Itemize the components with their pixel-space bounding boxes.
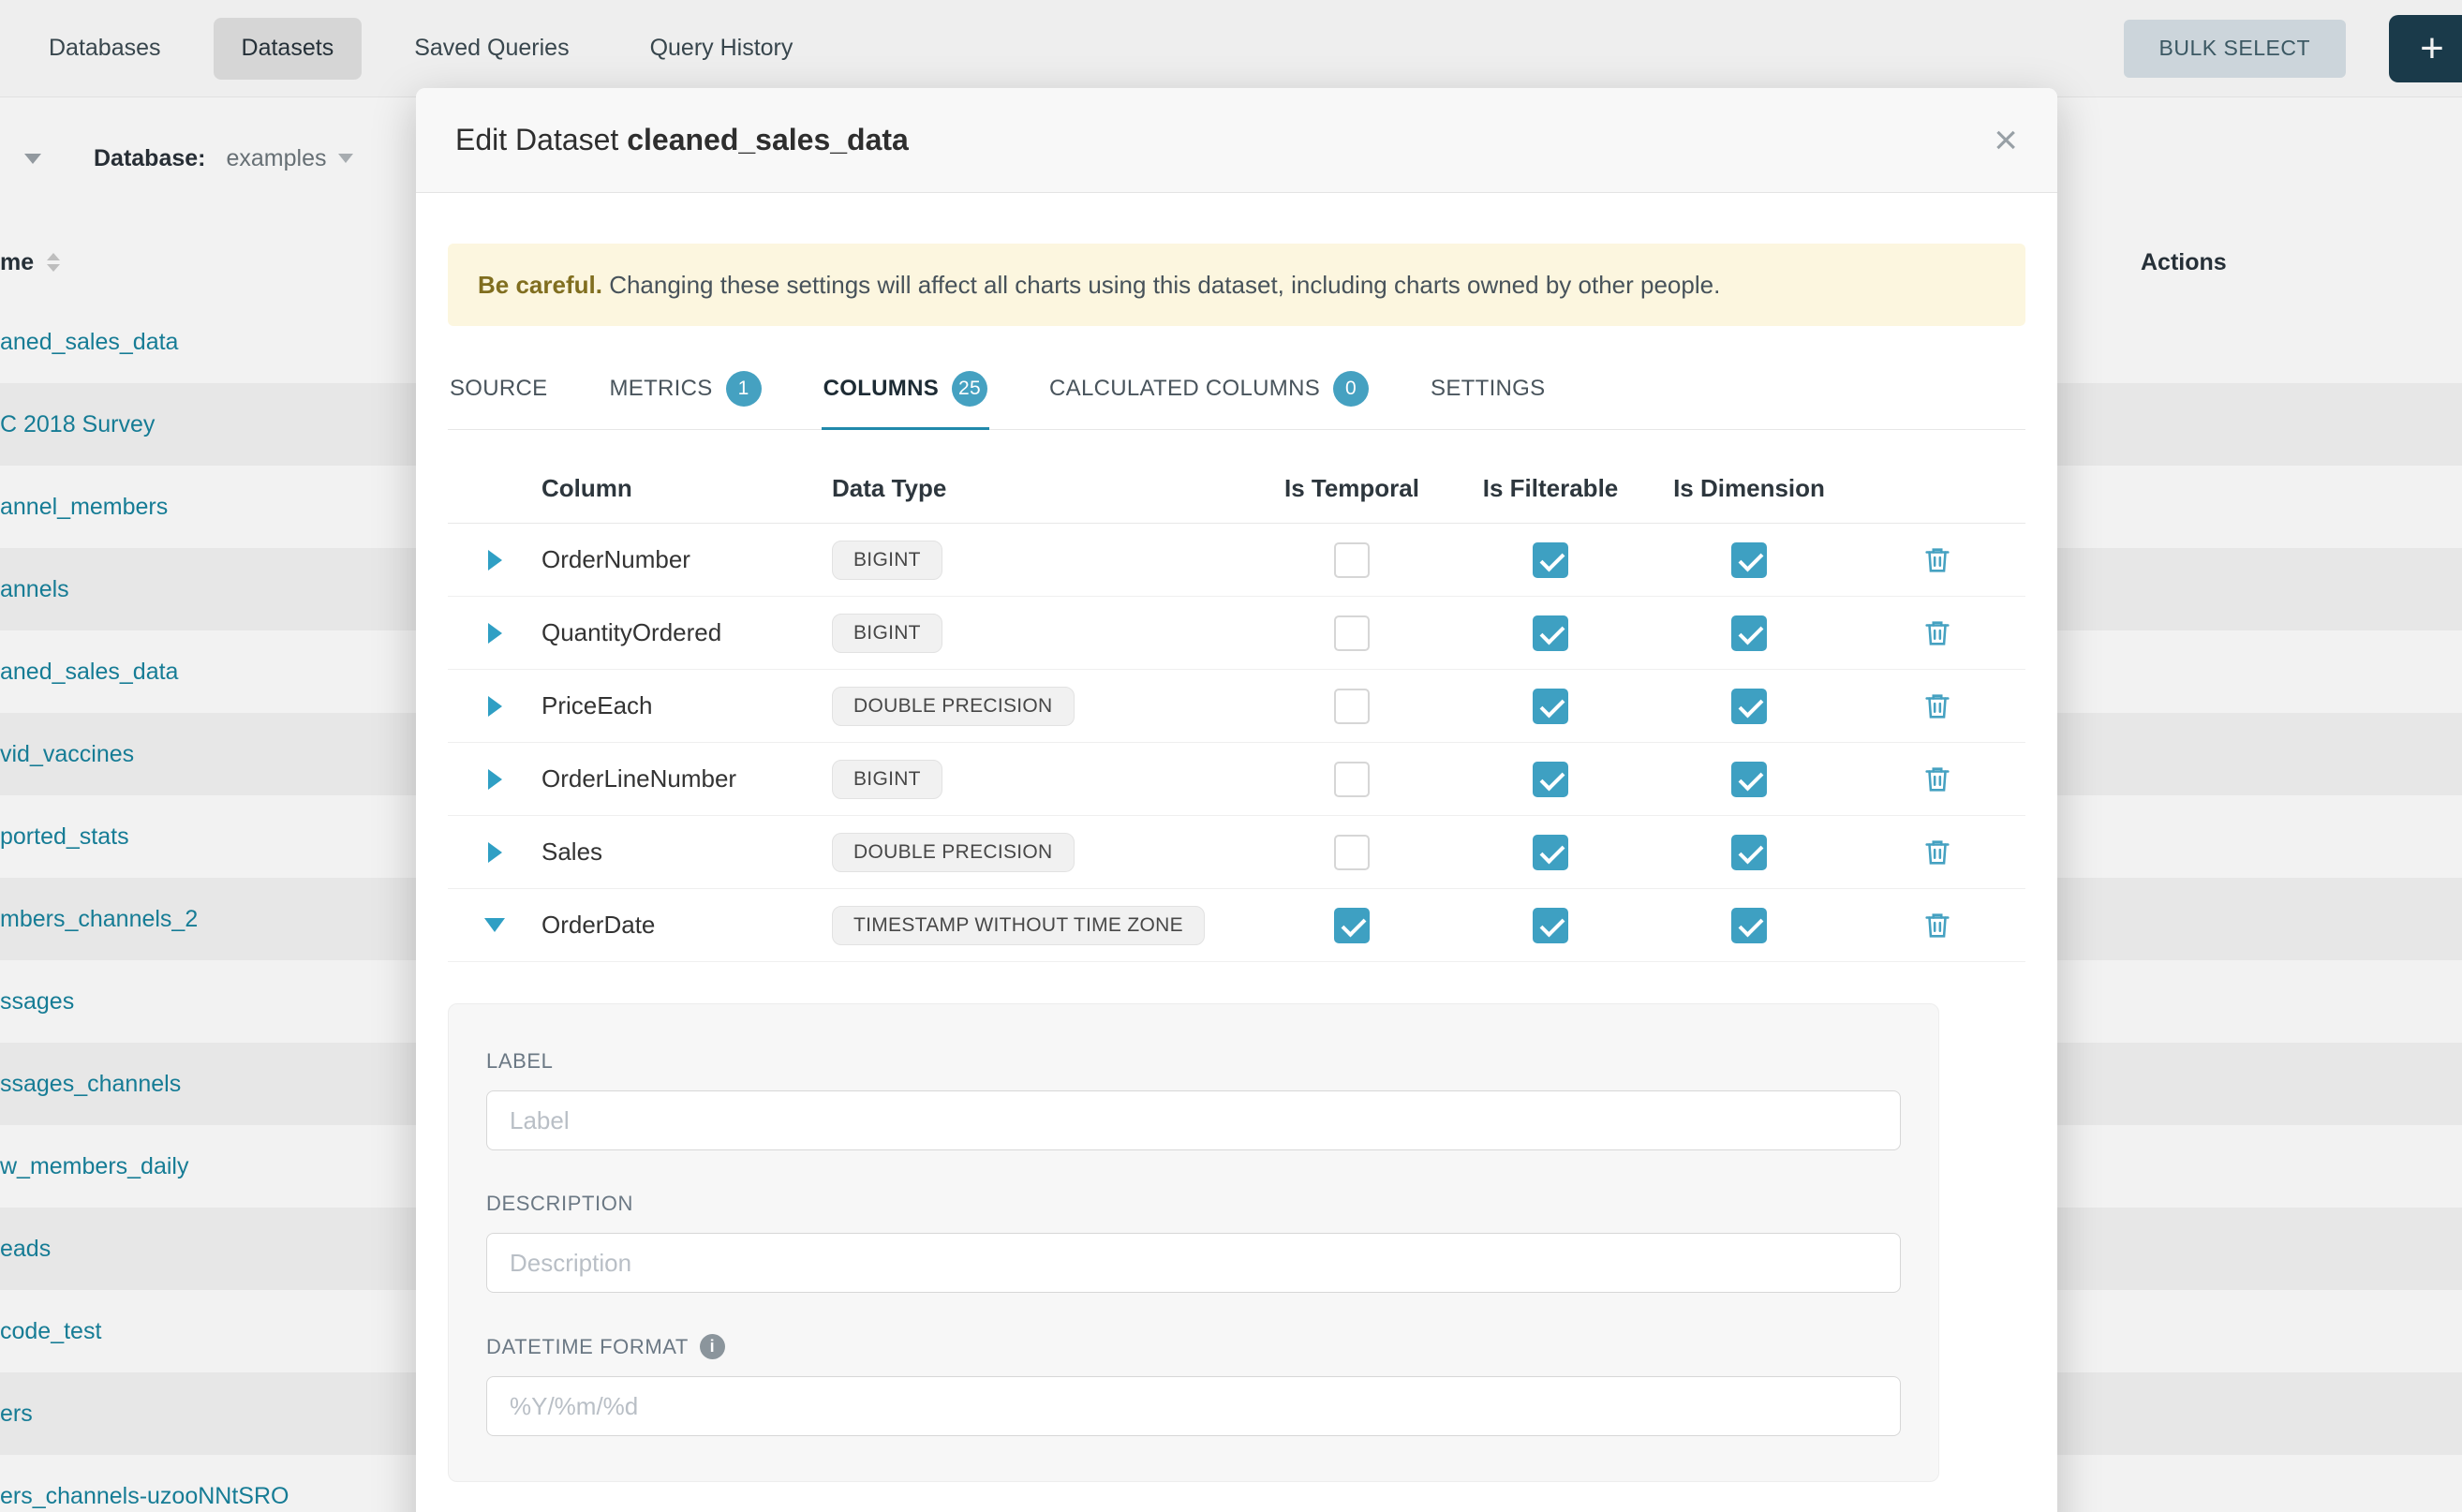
label-input[interactable] xyxy=(486,1090,1901,1150)
tab-calculated-columns[interactable]: CALCULATED COLUMNS 0 xyxy=(1047,358,1371,430)
calculated-columns-count-badge: 0 xyxy=(1333,371,1369,407)
datetime-format-input[interactable] xyxy=(486,1376,1901,1436)
is-dimension-checkbox[interactable] xyxy=(1731,835,1767,870)
columns-table-header: Column Data Type Is Temporal Is Filterab… xyxy=(448,454,2025,524)
is-temporal-checkbox[interactable] xyxy=(1334,689,1370,724)
is-temporal-checkbox[interactable] xyxy=(1334,542,1370,578)
is-filterable-checkbox[interactable] xyxy=(1533,908,1568,943)
expand-caret-icon[interactable] xyxy=(488,550,502,571)
column-name: OrderNumber xyxy=(541,545,832,574)
is-dimension-header: Is Dimension xyxy=(1650,474,1848,503)
data-type-badge: BIGINT xyxy=(832,760,942,799)
column-row: Sales DOUBLE PRECISION xyxy=(448,816,2025,889)
column-row: PriceEach DOUBLE PRECISION xyxy=(448,670,2025,743)
is-dimension-checkbox[interactable] xyxy=(1731,908,1767,943)
tab-columns[interactable]: COLUMNS 25 xyxy=(822,358,989,430)
tab-source[interactable]: SOURCE xyxy=(448,358,549,430)
delete-column-icon[interactable] xyxy=(1921,910,1953,941)
label-field-label: LABEL xyxy=(486,1049,1901,1074)
columns-table: Column Data Type Is Temporal Is Filterab… xyxy=(448,454,2025,962)
column-name: OrderDate xyxy=(541,911,832,940)
data-type-badge: BIGINT xyxy=(832,614,942,653)
info-icon: i xyxy=(700,1334,725,1359)
delete-column-icon[interactable] xyxy=(1921,763,1953,795)
expand-caret-icon[interactable] xyxy=(488,623,502,644)
screen: Databases Datasets Saved Queries Query H… xyxy=(0,0,2462,1512)
is-filterable-checkbox[interactable] xyxy=(1533,542,1568,578)
delete-column-icon[interactable] xyxy=(1921,837,1953,868)
is-dimension-checkbox[interactable] xyxy=(1731,615,1767,651)
is-temporal-checkbox[interactable] xyxy=(1334,615,1370,651)
is-filterable-header: Is Filterable xyxy=(1451,474,1650,503)
delete-column-icon[interactable] xyxy=(1921,544,1953,576)
column-row: QuantityOrdered BIGINT xyxy=(448,597,2025,670)
tab-metrics[interactable]: METRICS 1 xyxy=(607,358,763,430)
modal-body: Be careful. Changing these settings will… xyxy=(416,193,2057,1482)
label-field: LABEL xyxy=(486,1049,1901,1150)
is-temporal-checkbox[interactable] xyxy=(1334,835,1370,870)
data-type-badge: TIMESTAMP WITHOUT TIME ZONE xyxy=(832,906,1205,945)
description-field: DESCRIPTION xyxy=(486,1192,1901,1293)
metrics-count-badge: 1 xyxy=(726,371,762,407)
column-row: OrderNumber BIGINT xyxy=(448,524,2025,597)
is-temporal-checkbox[interactable] xyxy=(1334,762,1370,797)
is-filterable-checkbox[interactable] xyxy=(1533,762,1568,797)
delete-column-icon[interactable] xyxy=(1921,617,1953,649)
column-row: OrderLineNumber BIGINT xyxy=(448,743,2025,816)
column-name: QuantityOrdered xyxy=(541,618,832,647)
is-filterable-checkbox[interactable] xyxy=(1533,615,1568,651)
datetime-format-field: DATETIME FORMAT i xyxy=(486,1334,1901,1436)
column-name: OrderLineNumber xyxy=(541,764,832,793)
column-row: OrderDate TIMESTAMP WITHOUT TIME ZONE xyxy=(448,889,2025,962)
collapse-caret-icon[interactable] xyxy=(484,918,505,932)
description-input[interactable] xyxy=(486,1233,1901,1293)
edit-dataset-modal: Edit Dataset cleaned_sales_data × Be car… xyxy=(416,88,2057,1512)
delete-column-icon[interactable] xyxy=(1921,690,1953,722)
is-temporal-header: Is Temporal xyxy=(1253,474,1451,503)
column-name: Sales xyxy=(541,838,832,867)
data-type-badge: DOUBLE PRECISION xyxy=(832,833,1075,872)
is-temporal-checkbox[interactable] xyxy=(1334,908,1370,943)
modal-header: Edit Dataset cleaned_sales_data × xyxy=(416,88,2057,193)
expand-caret-icon[interactable] xyxy=(488,769,502,790)
dataset-name: cleaned_sales_data xyxy=(627,123,909,156)
data-type-badge: BIGINT xyxy=(832,541,942,580)
data-type-badge: DOUBLE PRECISION xyxy=(832,687,1075,726)
is-filterable-checkbox[interactable] xyxy=(1533,835,1568,870)
is-dimension-checkbox[interactable] xyxy=(1731,762,1767,797)
close-icon[interactable]: × xyxy=(1994,120,2018,161)
warning-banner: Be careful. Changing these settings will… xyxy=(448,244,2025,326)
tab-settings[interactable]: SETTINGS xyxy=(1429,358,1547,430)
modal-title: Edit Dataset cleaned_sales_data xyxy=(455,123,909,157)
modal-tabs: SOURCE METRICS 1 COLUMNS 25 CALCULATED C… xyxy=(448,358,2025,430)
description-field-label: DESCRIPTION xyxy=(486,1192,1901,1216)
column-detail-panel: LABEL DESCRIPTION DATETIME FORMAT i xyxy=(448,1003,1939,1482)
column-header: Column xyxy=(541,474,832,503)
datetime-format-field-label: DATETIME FORMAT i xyxy=(486,1334,1901,1359)
expand-caret-icon[interactable] xyxy=(488,696,502,717)
expand-caret-icon[interactable] xyxy=(488,842,502,863)
is-dimension-checkbox[interactable] xyxy=(1731,689,1767,724)
data-type-header: Data Type xyxy=(832,474,1253,503)
column-name: PriceEach xyxy=(541,691,832,720)
is-dimension-checkbox[interactable] xyxy=(1731,542,1767,578)
columns-count-badge: 25 xyxy=(952,371,987,407)
is-filterable-checkbox[interactable] xyxy=(1533,689,1568,724)
